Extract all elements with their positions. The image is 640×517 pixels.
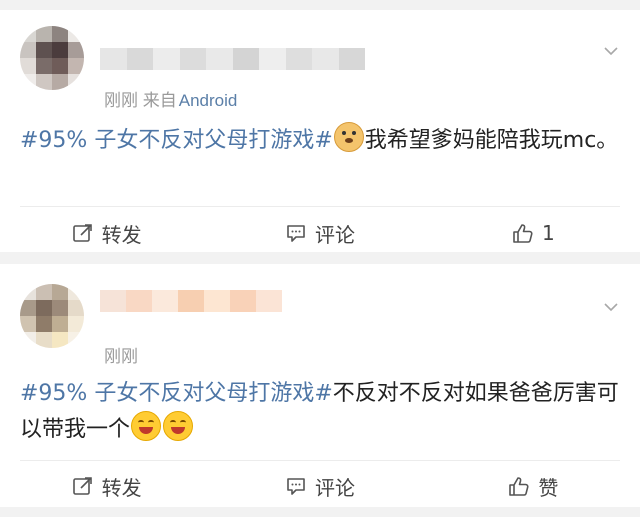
comment-button[interactable]: 评论	[213, 472, 426, 501]
laugh-emoji	[131, 411, 162, 441]
post-time: 刚刚	[104, 347, 138, 366]
post-source: Android	[178, 91, 238, 110]
post-card[interactable]: 刚刚 来自 Android #95% 子女不反对父母打游戏# 我希望爹妈能陪我玩mc…	[0, 10, 640, 252]
divider	[20, 460, 620, 461]
post-text: #95% 子女不反对父母打游戏#不反对不反对如果爸爸厉害可以带我一个	[20, 377, 620, 447]
post-meta: 刚刚 来自 Android	[104, 86, 237, 111]
avatar[interactable]	[20, 284, 84, 348]
comment-icon	[287, 225, 305, 242]
post-body: 我希望爹妈能陪我玩mc。	[364, 128, 619, 153]
repost-button[interactable]: 转发	[0, 219, 213, 248]
comment-icon	[287, 478, 305, 495]
chevron-down-icon[interactable]	[604, 300, 618, 314]
top-gap	[0, 0, 640, 10]
comment-label: 评论	[314, 222, 355, 247]
repost-button[interactable]: 转发	[0, 472, 213, 501]
post-time: 刚刚	[104, 91, 138, 110]
comment-label: 评论	[314, 475, 355, 500]
post-text: #95% 子女不反对父母打游戏# 我希望爹妈能陪我玩mc。	[20, 122, 620, 158]
repost-icon	[72, 224, 92, 242]
post-card[interactable]: 刚刚 #95% 子女不反对父母打游戏#不反对不反对如果爸爸厉害可以带我一个 转发…	[0, 264, 640, 507]
username-blurred[interactable]	[100, 48, 365, 70]
like-button[interactable]: 1	[427, 221, 640, 245]
topic-link[interactable]: #95% 子女不反对父母打游戏#	[20, 381, 333, 406]
thumbs-up-icon	[513, 224, 533, 243]
like-label: 赞	[538, 475, 559, 500]
like-button[interactable]: 赞	[427, 472, 640, 501]
post-meta: 刚刚	[104, 342, 138, 367]
topic-link[interactable]: #95% 子女不反对父母打游戏#	[20, 128, 333, 153]
action-bar: 转发 评论 赞	[0, 464, 640, 508]
repost-label: 转发	[101, 475, 142, 500]
repost-icon	[72, 477, 92, 495]
divider	[20, 206, 620, 207]
chevron-down-icon[interactable]	[604, 44, 618, 58]
repost-label: 转发	[101, 222, 142, 247]
username-blurred[interactable]	[100, 290, 282, 312]
post-source-prefix: 来自	[142, 91, 177, 110]
comment-button[interactable]: 评论	[213, 219, 426, 248]
doge-emoji	[333, 122, 364, 152]
like-count: 1	[541, 221, 555, 245]
laugh-emoji	[163, 411, 194, 441]
action-bar: 转发 评论 1	[0, 211, 640, 255]
avatar[interactable]	[20, 26, 84, 90]
thumbs-up-icon	[509, 477, 529, 496]
